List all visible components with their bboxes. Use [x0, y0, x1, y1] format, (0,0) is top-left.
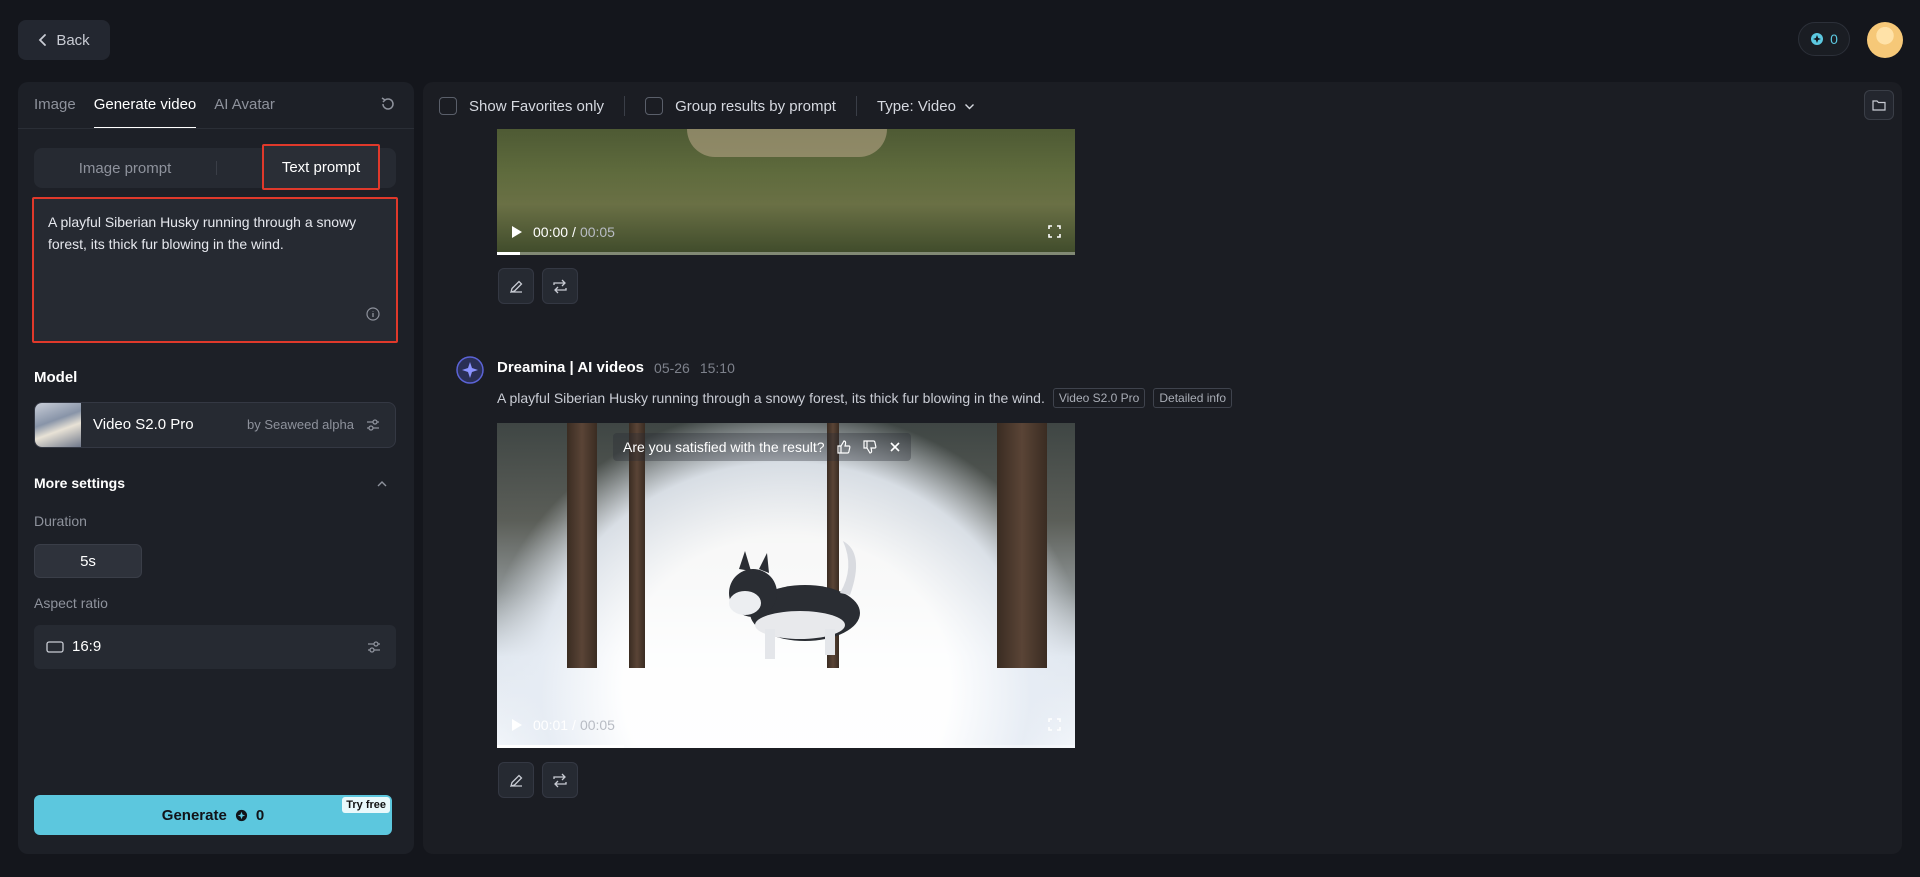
info-icon[interactable]	[366, 307, 380, 321]
credits-count: 0	[1830, 31, 1838, 47]
more-settings-label[interactable]: More settings	[34, 475, 125, 491]
progress-fill	[497, 252, 521, 255]
aspect-ratio-selector[interactable]: 16:9	[34, 625, 396, 669]
generate-cost: 0	[255, 806, 265, 824]
time-separator: /	[572, 224, 576, 240]
try-free-badge: Try free	[342, 797, 390, 813]
generation-sidebar: Image Generate video AI Avatar Image pro…	[18, 82, 414, 854]
back-button[interactable]: Back	[18, 20, 110, 60]
generation-time: 15:10	[699, 359, 735, 376]
credit-coin-icon	[1810, 32, 1824, 46]
model-name: Video S2.0 Pro	[93, 416, 194, 433]
progress-fill	[497, 745, 625, 748]
user-avatar[interactable]	[1867, 22, 1903, 58]
generation-prompt-row: A playful Siberian Husky running through…	[497, 388, 1233, 408]
video-player[interactable]: Are you satisfied with the result? 00:01…	[497, 423, 1075, 748]
tree-trunk	[567, 423, 597, 668]
tab-ai-avatar[interactable]: AI Avatar	[214, 96, 275, 129]
duration-option-5s[interactable]: 5s	[34, 544, 142, 578]
model-selector[interactable]: Video S2.0 Pro by Seaweed alpha	[34, 402, 396, 448]
image-prompt-button[interactable]: Image prompt	[34, 148, 216, 188]
detailed-info-tag[interactable]: Detailed info	[1153, 388, 1233, 408]
generate-label: Generate	[161, 806, 227, 824]
edit-button[interactable]	[498, 268, 534, 304]
thumbs-up-icon[interactable]	[836, 440, 851, 454]
chevron-left-icon	[38, 33, 48, 47]
time-current: 00:01	[533, 717, 569, 733]
prompt-input[interactable]: A playful Siberian Husky running through…	[32, 197, 398, 343]
filter-divider	[624, 96, 626, 116]
fullscreen-icon[interactable]	[1048, 718, 1061, 731]
pencil-icon	[509, 773, 524, 788]
tab-generate-video[interactable]: Generate video	[93, 96, 197, 129]
prompt-mode-switch: Image prompt Text prompt	[34, 144, 396, 190]
tabs-divider	[18, 128, 414, 129]
favorites-checkbox[interactable]	[439, 97, 457, 115]
play-icon[interactable]	[511, 718, 523, 732]
credits-badge[interactable]: 0	[1798, 22, 1850, 56]
back-label: Back	[56, 31, 90, 49]
feedback-question: Are you satisfied with the result?	[623, 439, 825, 455]
aspect-ratio-value: 16:9	[72, 638, 102, 655]
video-frame-subject	[687, 129, 887, 157]
model-label: Model	[34, 369, 78, 386]
filter-bar: Show Favorites only Group results by pro…	[439, 96, 975, 116]
model-tag: Video S2.0 Pro	[1052, 388, 1146, 408]
tree-trunk	[997, 423, 1047, 668]
time-total: 00:05	[579, 717, 615, 733]
model-by: by Seaweed alpha	[247, 417, 354, 432]
generation-prompt[interactable]: A playful Siberian Husky running through…	[497, 390, 1045, 406]
tab-image[interactable]: Image	[34, 96, 76, 129]
credit-coin-icon	[235, 809, 248, 822]
edit-button[interactable]	[498, 762, 534, 798]
time-separator: /	[572, 717, 576, 733]
feedback-prompt: Are you satisfied with the result?	[613, 433, 911, 461]
repeat-icon	[552, 279, 568, 294]
time-total: 00:05	[579, 224, 615, 240]
repeat-icon	[552, 773, 568, 788]
aspect-ratio-icon	[46, 641, 64, 653]
model-thumbnail	[35, 403, 81, 447]
close-icon[interactable]	[889, 441, 901, 453]
generation-date: 05-26	[654, 359, 690, 376]
generation-header: Dreamina | AI videos 05-26 15:10	[497, 359, 735, 376]
video-controls: 00:01 / 00:05	[497, 702, 1075, 748]
sliders-icon[interactable]	[366, 639, 382, 655]
group-filter-label[interactable]: Group results by prompt	[675, 98, 836, 115]
chevron-up-icon[interactable]	[376, 480, 388, 488]
video-player[interactable]: 00:00 / 00:05	[497, 129, 1075, 255]
chevron-down-icon[interactable]	[964, 103, 975, 110]
video-controls: 00:00 / 00:05	[497, 209, 1075, 255]
progress-bar[interactable]	[497, 252, 1075, 255]
folder-button[interactable]	[1864, 90, 1894, 120]
favorites-filter-label[interactable]: Show Favorites only	[469, 98, 604, 115]
fullscreen-icon[interactable]	[1048, 225, 1061, 238]
duration-label: Duration	[34, 513, 87, 529]
dreamina-logo-icon	[456, 356, 484, 384]
text-prompt-button[interactable]: Text prompt	[262, 144, 380, 190]
pencil-icon	[509, 279, 524, 294]
regenerate-button[interactable]	[542, 762, 578, 798]
play-icon[interactable]	[511, 225, 523, 239]
group-checkbox[interactable]	[645, 97, 664, 115]
results-panel: Show Favorites only Group results by pro…	[423, 82, 1902, 854]
mode-tabs: Image Generate video AI Avatar	[34, 96, 275, 129]
regenerate-button[interactable]	[542, 268, 578, 304]
progress-bar[interactable]	[497, 745, 1075, 748]
aspect-ratio-label: Aspect ratio	[34, 595, 108, 611]
time-current: 00:00	[533, 224, 569, 240]
prompt-text: A playful Siberian Husky running through…	[48, 214, 357, 252]
author-name: Dreamina | AI videos	[497, 359, 645, 376]
sliders-icon[interactable]	[365, 417, 381, 433]
folder-icon	[1872, 99, 1886, 111]
reset-icon[interactable]	[380, 96, 396, 112]
type-filter-dropdown[interactable]: Type: Video	[877, 98, 956, 115]
generate-button[interactable]: Generate 0 Try free	[34, 795, 392, 835]
husky-figure	[715, 533, 875, 663]
filter-divider	[855, 96, 857, 116]
switch-divider	[216, 161, 217, 175]
thumbs-down-icon[interactable]	[862, 440, 877, 454]
